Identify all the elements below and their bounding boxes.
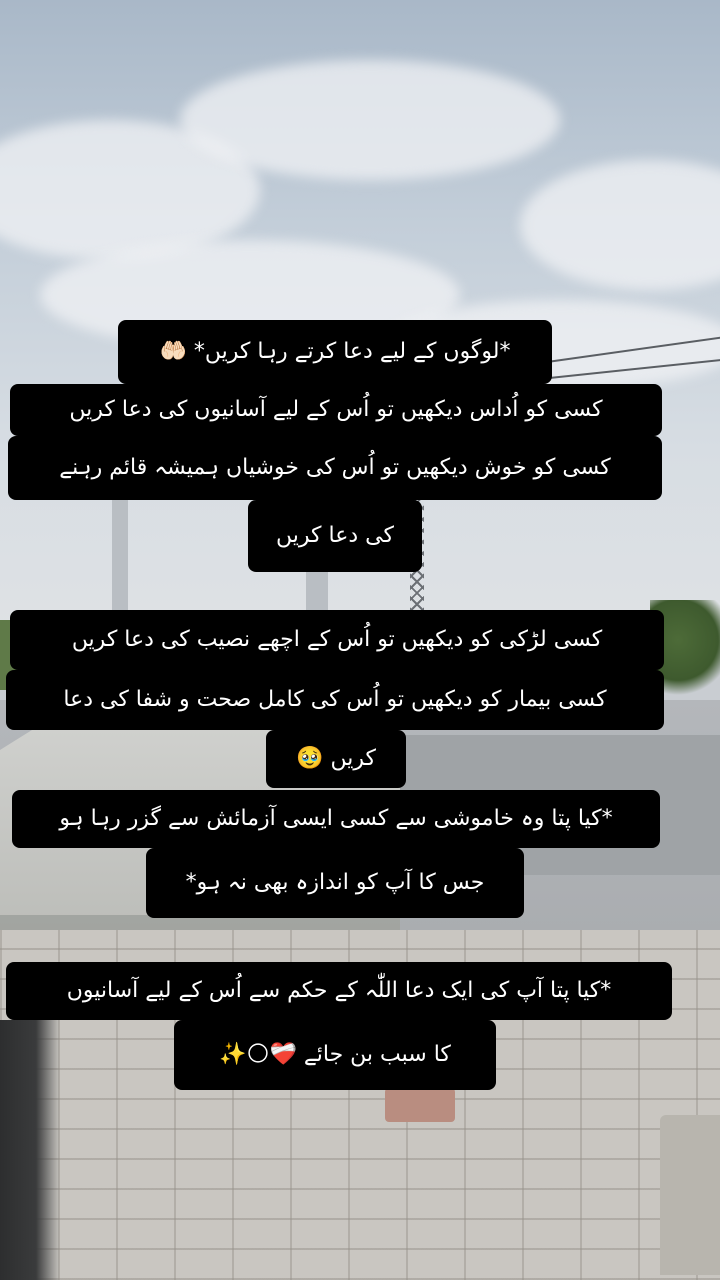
cloud bbox=[180, 60, 560, 180]
pole bbox=[306, 570, 328, 610]
dark-foreground-edge bbox=[0, 1020, 60, 1280]
caption-line: کسی بیمار کو دیکھیں تو اُس کی کامل صحت و… bbox=[6, 670, 664, 730]
caption-line: *کیا پتا آپ کی ایک دعا اللّٰہ کے حکم سے … bbox=[6, 962, 672, 1020]
caption-line: کسی کو خوش دیکھیں تو اُس کی خوشیاں ہمیشہ… bbox=[8, 436, 662, 500]
caption-line: کی دعا کریں bbox=[248, 500, 422, 572]
pole bbox=[112, 495, 128, 610]
curb-stone bbox=[660, 1115, 720, 1275]
caption-line: کسی لڑکی کو دیکھیں تو اُس کے اچھے نصیب ک… bbox=[10, 610, 664, 670]
caption-line: *لوگوں کے لیے دعا کرتے رہا کریں* 🤲🏻 bbox=[118, 320, 552, 384]
caption-line: *کیا پتا وہ خاموشی سے کسی ایسی آزمائش سے… bbox=[12, 790, 660, 848]
caption-line: کسی کو اُداس دیکھیں تو اُس کے لیے آسانیو… bbox=[10, 384, 662, 436]
caption-line: کریں 🥹 bbox=[266, 730, 406, 788]
brick bbox=[385, 1088, 455, 1122]
caption-line: جس کا آپ کو اندازہ بھی نہ ہو* bbox=[146, 848, 524, 918]
caption-line: کا سبب بن جائے ❤️‍🩹🌕✨ bbox=[174, 1020, 496, 1090]
